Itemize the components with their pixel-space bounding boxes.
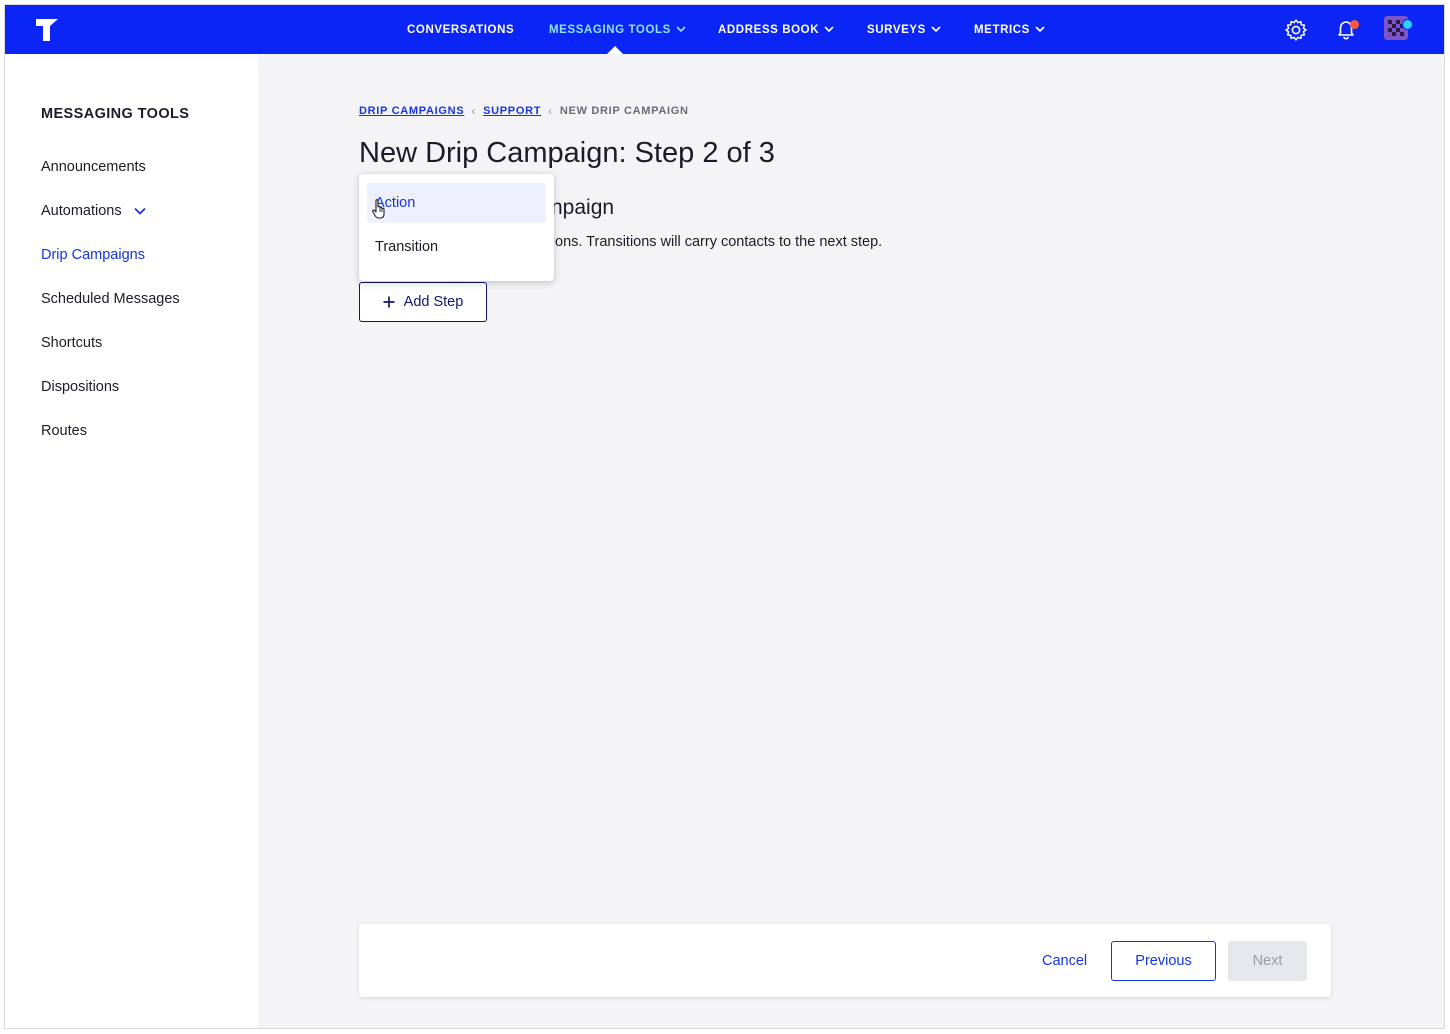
nav-conversations[interactable]: CONVERSATIONS: [407, 5, 514, 54]
nav-metrics[interactable]: METRICS: [974, 5, 1045, 54]
sidebar-item-label: Automations: [41, 203, 122, 219]
sidebar-item-label: Shortcuts: [41, 335, 103, 351]
chevron-down-icon: [1035, 26, 1045, 33]
plus-icon: [383, 296, 395, 308]
next-button[interactable]: Next: [1228, 941, 1307, 981]
main-nav: CONVERSATIONS MESSAGING TOOLS ADDRESS BO…: [5, 5, 1444, 55]
breadcrumb: DRIP CAMPAIGNS ‹ SUPPORT ‹ NEW DRIP CAMP…: [359, 104, 689, 118]
sidebar: MESSAGING TOOLS Announcements Automation…: [5, 54, 258, 1028]
sidebar-item-label: Routes: [41, 423, 87, 439]
sidebar-item-routes[interactable]: Routes: [41, 423, 87, 439]
sidebar-item-label: Announcements: [41, 159, 146, 175]
sidebar-item-shortcuts[interactable]: Shortcuts: [41, 335, 102, 351]
page-title: New Drip Campaign: Step 2 of 3: [359, 137, 775, 169]
section-title: npaign: [551, 196, 615, 219]
main-content: DRIP CAMPAIGNS ‹ SUPPORT ‹ NEW DRIP CAMP…: [258, 54, 1444, 1028]
previous-button[interactable]: Previous: [1111, 941, 1216, 981]
nav-label: METRICS: [974, 23, 1030, 36]
sidebar-item-dispositions[interactable]: Dispositions: [41, 379, 119, 395]
sidebar-item-drip-campaigns[interactable]: Drip Campaigns: [41, 247, 145, 263]
notification-dot: [1350, 20, 1359, 29]
chevron-down-icon: [931, 26, 941, 33]
section-description: ons. Transitions will carry contacts to …: [555, 234, 883, 250]
top-nav-bar: CONVERSATIONS MESSAGING TOOLS ADDRESS BO…: [5, 5, 1444, 55]
sidebar-item-label: Drip Campaigns: [41, 247, 145, 263]
app-window: CONVERSATIONS MESSAGING TOOLS ADDRESS BO…: [4, 4, 1445, 1029]
chevron-down-icon[interactable]: [134, 207, 146, 215]
sidebar-item-label: Scheduled Messages: [41, 291, 180, 307]
nav-label: ADDRESS BOOK: [718, 23, 820, 36]
status-dot: [1402, 19, 1413, 30]
sidebar-title: MESSAGING TOOLS: [41, 106, 190, 122]
add-step-button[interactable]: Add Step: [359, 282, 487, 322]
add-step-label: Add Step: [403, 294, 464, 310]
cancel-button[interactable]: Cancel: [1042, 941, 1087, 981]
add-step-dropdown-menu: Action Transition: [359, 174, 554, 281]
nav-label: SURVEYS: [867, 23, 926, 36]
chevron-down-icon: [676, 26, 686, 33]
nav-label: MESSAGING TOOLS: [549, 23, 671, 36]
chevron-left-icon: ‹: [471, 104, 477, 118]
hand-pointer-icon: [372, 199, 385, 219]
nav-address-book[interactable]: ADDRESS BOOK: [718, 5, 834, 54]
chevron-down-icon: [824, 26, 834, 33]
gear-icon[interactable]: [1283, 17, 1309, 43]
sidebar-item-label: Dispositions: [41, 379, 120, 395]
menu-item-action[interactable]: Action: [367, 183, 546, 223]
wizard-footer: Cancel Previous Next: [359, 924, 1331, 997]
breadcrumb-current: NEW DRIP CAMPAIGN: [559, 105, 689, 117]
chevron-left-icon: ‹: [548, 104, 553, 118]
sidebar-item-automations[interactable]: Automations: [41, 203, 146, 219]
breadcrumb-drip-campaigns[interactable]: DRIP CAMPAIGNS: [359, 105, 464, 117]
sidebar-item-announcements[interactable]: Announcements: [41, 159, 146, 175]
breadcrumb-support[interactable]: SUPPORT: [483, 105, 541, 117]
nav-label: CONVERSATIONS: [407, 23, 515, 36]
sidebar-item-scheduled-messages[interactable]: Scheduled Messages: [41, 291, 180, 307]
menu-item-transition[interactable]: Transition: [367, 227, 546, 267]
nav-surveys[interactable]: SURVEYS: [867, 5, 941, 54]
